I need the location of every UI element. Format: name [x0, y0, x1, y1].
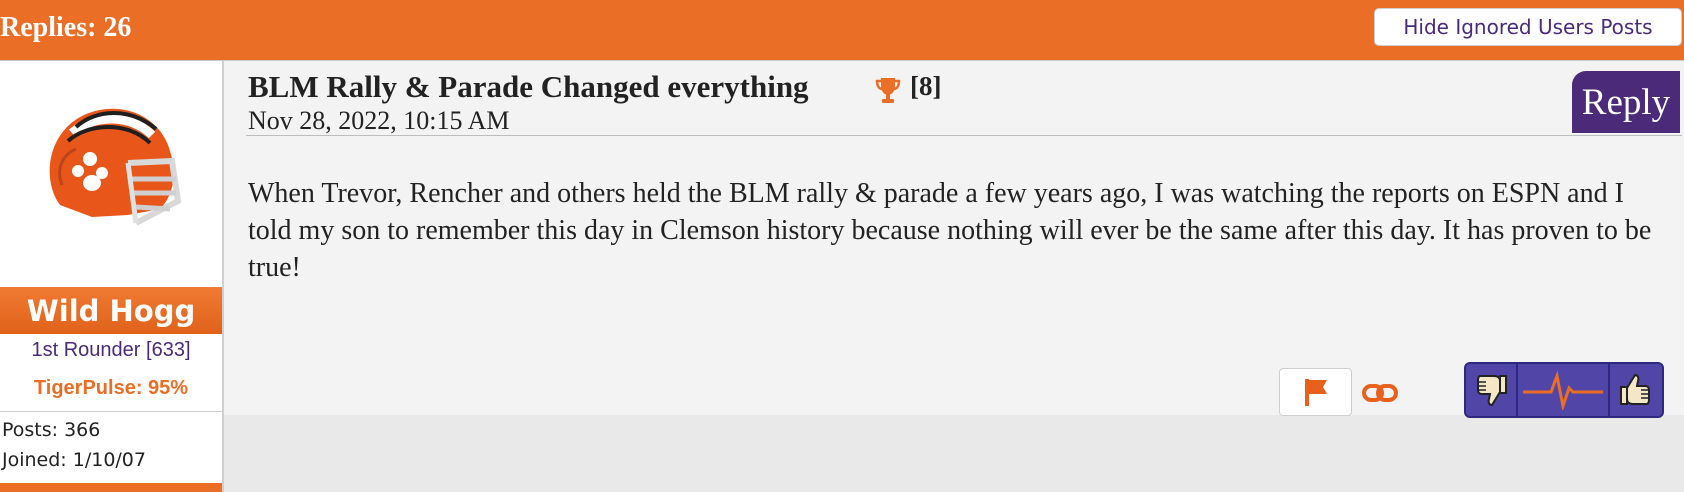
replies-header-bar: Replies: 26 Hide Ignored Users Posts	[0, 0, 1684, 60]
tigerpulse-vote-group	[1464, 362, 1664, 418]
thumbs-up-icon	[1620, 373, 1650, 405]
post-date: Nov 28, 2022, 10:15 AM	[248, 106, 510, 135]
trophy-count: [8]	[910, 71, 942, 101]
football-helmet-icon	[49, 108, 182, 226]
flag-icon	[1304, 379, 1327, 406]
report-flag-button[interactable]	[1279, 368, 1352, 416]
post-title: BLM Rally & Parade Changed everything	[248, 69, 809, 104]
link-icon[interactable]	[1362, 380, 1398, 406]
forum-post: Wild Hogg 1st Rounder [633] TigerPulse: …	[0, 60, 1684, 492]
divider	[0, 411, 222, 412]
author-post-count: Posts: 366	[2, 419, 101, 441]
hide-ignored-users-button[interactable]: Hide Ignored Users Posts	[1374, 8, 1682, 46]
thumbs-up-button[interactable]	[1610, 364, 1662, 416]
sidebar-bottom-bar	[0, 483, 222, 492]
pulse-icon	[1523, 370, 1603, 410]
post-footer	[224, 415, 1684, 492]
tigerpulse-button[interactable]	[1518, 364, 1610, 416]
author-tigerpulse: TigerPulse: 95%	[33, 377, 189, 399]
reply-button[interactable]: Reply	[1572, 71, 1680, 133]
author-sidebar: Wild Hogg 1st Rounder [633] TigerPulse: …	[0, 61, 224, 492]
author-join-date: Joined: 1/10/07	[2, 449, 146, 471]
author-username[interactable]: Wild Hogg	[0, 287, 222, 334]
replies-count: Replies: 26	[0, 12, 132, 43]
post-body: When Trevor, Rencher and others held the…	[248, 178, 1652, 283]
trophy-icon[interactable]	[875, 75, 901, 105]
avatar[interactable]	[32, 93, 183, 244]
title-divider	[246, 135, 1682, 136]
thumbs-down-icon	[1477, 375, 1507, 407]
author-rank[interactable]: 1st Rounder [633]	[0, 339, 222, 362]
thumbs-down-button[interactable]	[1466, 364, 1518, 416]
